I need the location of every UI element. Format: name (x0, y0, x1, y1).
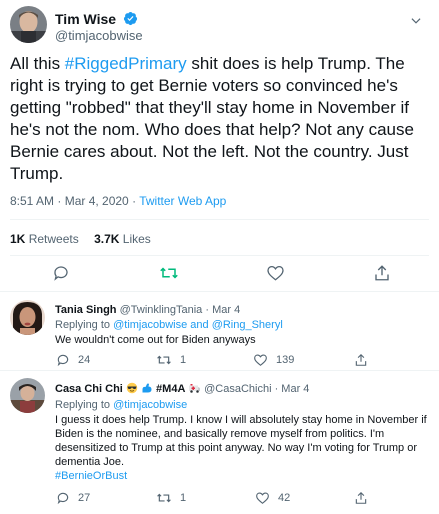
avatar[interactable] (10, 6, 47, 43)
author-name-text[interactable]: Tim Wise (55, 11, 116, 27)
author-name[interactable]: Tim Wise (55, 11, 138, 29)
likes-label: Likes (122, 232, 151, 246)
retweet-icon (159, 264, 179, 282)
likes-count: 3.7K (94, 232, 120, 246)
tweet-text-part: shit does is help Trump. The right is tr… (10, 54, 419, 183)
like-button[interactable] (266, 264, 285, 282)
reply-author[interactable]: Tania Singh @TwinklingTania · Mar 4 (55, 304, 240, 316)
retweets-stat[interactable]: 1K Retweets (10, 232, 79, 246)
reply-text: We wouldn't come out for Biden anyways (55, 334, 256, 346)
tweet-text: All this #RiggedPrimary shit does is hel… (10, 53, 435, 185)
reply-icon (56, 491, 70, 505)
like-icon (253, 353, 268, 367)
retweet-count: 1 (180, 354, 187, 366)
replying-to-link[interactable]: @timjacobwise (113, 399, 187, 411)
reply-text-body: I guess it does help Trump. I know I wil… (55, 414, 427, 468)
reply-tweet[interactable]: Casa Chi Chi #M4A @CasaChichi · Mar 4 Re… (0, 371, 439, 514)
share-icon (354, 353, 368, 367)
reply-count: 27 (78, 492, 91, 504)
engagement-stats: 1K Retweets 3.7K Likes (10, 232, 151, 246)
main-tweet: Tim Wise @timjacobwise All this #RiggedP… (0, 0, 439, 291)
like-count: 139 (276, 354, 295, 366)
reply-handle-date[interactable]: @TwinklingTania · Mar 4 (120, 304, 241, 316)
hashtag-link[interactable]: #RiggedPrimary (65, 54, 187, 73)
share-button[interactable] (373, 264, 391, 282)
reply-icon (52, 264, 70, 282)
reply-text: I guess it does help Trump. I know I wil… (55, 413, 432, 483)
share-icon (354, 491, 368, 505)
hashtag-link[interactable]: #BernieOrBust (55, 470, 127, 482)
replying-to-link[interactable]: @timjacobwise and @Ring_Sheryl (113, 319, 283, 331)
ambulance-emoji-icon (188, 382, 201, 397)
avatar[interactable] (10, 378, 45, 413)
share-button[interactable] (354, 491, 368, 505)
source-app-link[interactable]: Twitter Web App (139, 194, 226, 208)
avatar[interactable] (10, 300, 45, 335)
reply-button[interactable]: 27 (56, 491, 90, 505)
retweets-count: 1K (10, 232, 26, 246)
retweet-button[interactable]: 1 (156, 353, 186, 367)
tweet-text-part: All this (10, 54, 65, 73)
flexed-biceps-emoji-icon (141, 382, 153, 397)
replying-to-prefix: Replying to (55, 399, 114, 411)
retweet-button[interactable] (159, 264, 179, 282)
retweet-count: 1 (180, 492, 187, 504)
like-icon (255, 491, 270, 505)
reply-button[interactable]: 24 (56, 353, 90, 367)
reply-icon (56, 353, 70, 367)
like-count: 42 (278, 492, 291, 504)
replying-to: Replying to @timjacobwise (55, 399, 187, 411)
reply-author[interactable]: Casa Chi Chi #M4A @CasaChichi · Mar 4 (55, 382, 309, 397)
reply-author-name[interactable]: Casa Chi Chi (55, 383, 123, 395)
verified-badge-icon (123, 11, 138, 29)
timestamp-link[interactable]: 8:51 AM · Mar 4, 2020 · (10, 194, 139, 208)
retweet-button[interactable]: 1 (156, 491, 186, 505)
divider (10, 219, 429, 220)
author-handle[interactable]: @timjacobwise (55, 28, 143, 43)
retweet-icon (156, 491, 172, 505)
retweet-icon (156, 353, 172, 367)
chevron-down-icon[interactable] (409, 14, 423, 33)
like-icon (266, 264, 285, 282)
sunglasses-emoji-icon (126, 382, 138, 397)
share-icon (373, 264, 391, 282)
reply-handle-date[interactable]: @CasaChichi · Mar 4 (204, 383, 309, 395)
like-button[interactable]: 42 (255, 491, 290, 505)
reply-author-name[interactable]: Tania Singh (55, 304, 117, 316)
reply-tweet[interactable]: Tania Singh @TwinklingTania · Mar 4 Repl… (0, 292, 439, 370)
name-tag: #M4A (156, 383, 185, 395)
tweet-timestamp: 8:51 AM · Mar 4, 2020 · Twitter Web App (10, 194, 226, 208)
reply-count: 24 (78, 354, 91, 366)
retweets-label: Retweets (28, 232, 79, 246)
replying-to: Replying to @timjacobwise and @Ring_Sher… (55, 319, 283, 331)
like-button[interactable]: 139 (253, 353, 294, 367)
reply-button[interactable] (52, 264, 70, 282)
replying-to-prefix: Replying to (55, 319, 114, 331)
likes-stat[interactable]: 3.7K Likes (94, 232, 151, 246)
share-button[interactable] (354, 353, 368, 367)
divider (10, 255, 429, 256)
